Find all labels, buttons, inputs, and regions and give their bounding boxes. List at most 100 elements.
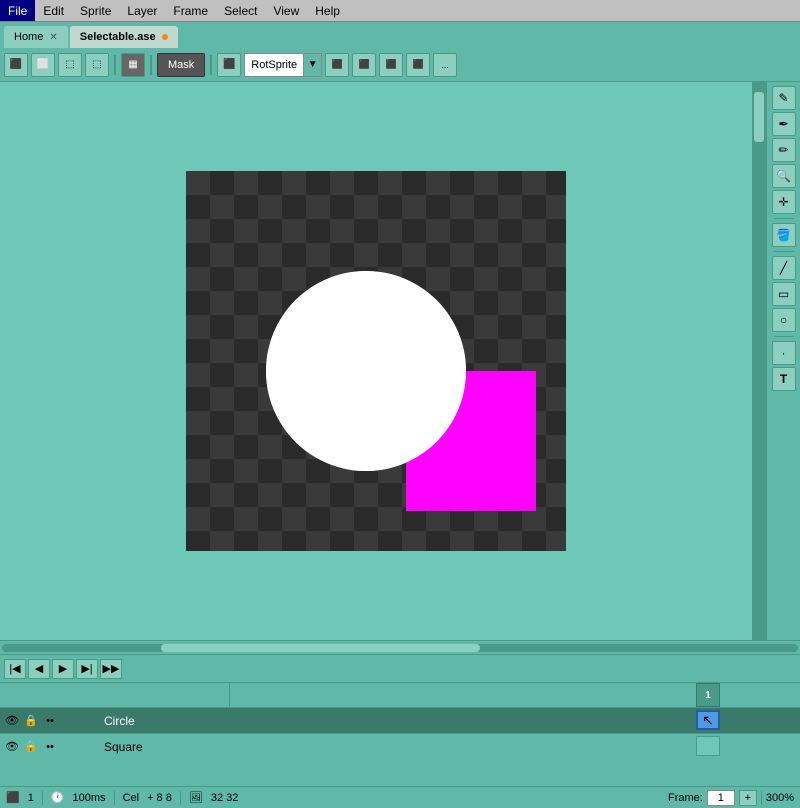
menu-select[interactable]: Select: [216, 0, 265, 21]
layer-square-visibility[interactable]: 👁: [4, 739, 20, 755]
tool-pen[interactable]: ✒: [772, 112, 796, 136]
canvas-area: [0, 82, 752, 640]
toolbar-sep-2: [150, 55, 152, 75]
status-dims: 🖼: [189, 791, 203, 804]
anim-prev[interactable]: ◀: [28, 659, 50, 679]
layer-circle-name: Circle: [100, 714, 770, 728]
toolbar-btn-3[interactable]: ⬚: [58, 53, 82, 77]
frame-cell-square[interactable]: [696, 736, 720, 756]
tab-modified-dot: [162, 34, 168, 40]
layer-row-square[interactable]: 👁 🔒 •• Square: [0, 733, 800, 759]
toolbar: ⬛ ⬜ ⬚ ⬚ ▦ Mask ⬛ RotSprite ▼ ⬛ ⬛ ⬛ ⬛ ...: [0, 48, 800, 82]
horizontal-scrollbar[interactable]: [0, 640, 800, 654]
anim-first[interactable]: |◀: [4, 659, 26, 679]
toolbar-btn-1[interactable]: ⬛: [4, 53, 28, 77]
toolbar-btn-extra[interactable]: ⬛: [325, 53, 349, 77]
mask-button[interactable]: Mask: [157, 53, 205, 77]
status-frame-num: 1: [28, 792, 34, 804]
toolbar-btn-2[interactable]: ⬜: [31, 53, 55, 77]
tab-bar: Home ✕ Selectable.ase: [0, 22, 800, 48]
tool-text[interactable]: T: [772, 367, 796, 391]
vscroll-thumb[interactable]: [754, 92, 764, 142]
status-sep3: [180, 791, 181, 805]
layer-circle-groups[interactable]: ••: [42, 713, 58, 729]
frame-increment[interactable]: +: [739, 790, 757, 806]
frame-cell-circle[interactable]: ↖: [696, 710, 720, 730]
anim-last[interactable]: ▶▶: [100, 659, 122, 679]
tab-selectable[interactable]: Selectable.ase: [70, 26, 178, 48]
toolbar-btn-extra3[interactable]: ⬛: [379, 53, 403, 77]
sprite-canvas: [186, 171, 566, 551]
layer-square-lock[interactable]: 🔒: [23, 739, 39, 755]
tool-magnify[interactable]: 🔍: [772, 164, 796, 188]
toolbar-sep-1: [114, 55, 116, 75]
tab-home[interactable]: Home ✕: [4, 26, 68, 48]
status-frame-indicator: ⬛: [6, 791, 20, 804]
anim-play[interactable]: ▶: [52, 659, 74, 679]
frame-input[interactable]: [707, 790, 735, 806]
menu-view[interactable]: View: [265, 0, 307, 21]
status-cel-coords: + 8 8: [147, 792, 172, 804]
toolbar-options[interactable]: ...: [433, 53, 457, 77]
tool-pencil[interactable]: ✎: [772, 86, 796, 110]
layer-circle-visibility[interactable]: 👁: [4, 713, 20, 729]
layers-header: 1: [0, 683, 800, 707]
zoom-value: 300%: [766, 792, 794, 804]
anim-next[interactable]: ▶|: [76, 659, 98, 679]
tool-fill[interactable]: 🪣: [772, 223, 796, 247]
main-area: ✎ ✒ ✏ 🔍 ✛ 🪣 ╱ ▭ ○ · T: [0, 82, 800, 640]
frame-label: Frame:: [668, 792, 703, 804]
status-sep1: [42, 791, 43, 805]
toolbar-btn-extra4[interactable]: ⬛: [406, 53, 430, 77]
status-dims-value: 32 32: [211, 792, 239, 804]
menu-help[interactable]: Help: [307, 0, 348, 21]
toolbar-btn-5[interactable]: ▦: [121, 53, 145, 77]
scroll-thumb[interactable]: [161, 644, 479, 652]
tool-sep: [774, 218, 794, 219]
tool-sep2: [774, 251, 794, 252]
toolbar-btn-6[interactable]: ⬛: [217, 53, 241, 77]
menu-frame[interactable]: Frame: [165, 0, 216, 21]
menu-edit[interactable]: Edit: [35, 0, 72, 21]
toolbar-btn-4[interactable]: ⬚: [85, 53, 109, 77]
menu-bar: File Edit Sprite Layer Frame Select View…: [0, 0, 800, 22]
layer-square-groups[interactable]: ••: [42, 739, 58, 755]
tool-ellipse[interactable]: ○: [772, 308, 796, 332]
layer-circle-lock[interactable]: 🔒: [23, 713, 39, 729]
right-scrollbar[interactable]: [752, 82, 766, 640]
layer-row-circle[interactable]: 👁 🔒 •• Circle ↖: [0, 707, 800, 733]
status-time-value: 100ms: [73, 792, 106, 804]
status-cel: Cel: [123, 792, 140, 804]
frame-label-container: Frame: + 300%: [668, 790, 794, 806]
menu-layer[interactable]: Layer: [119, 0, 165, 21]
scroll-track[interactable]: [2, 644, 798, 652]
frame-header-1: 1: [696, 683, 720, 707]
pixel-mode-dropdown[interactable]: RotSprite ▼: [244, 53, 322, 77]
status-time: 🕐: [51, 791, 65, 804]
tool-spray[interactable]: ·: [772, 341, 796, 365]
status-sep2: [114, 791, 115, 805]
anim-controls: |◀ ◀ ▶ ▶| ▶▶: [0, 654, 800, 682]
menu-file[interactable]: File: [0, 0, 35, 21]
tool-rect[interactable]: ▭: [772, 282, 796, 306]
layer-square-name: Square: [100, 740, 770, 754]
tab-home-close[interactable]: ✕: [49, 32, 57, 43]
tab-home-label: Home: [14, 31, 43, 43]
toolbar-sep-3: [210, 55, 212, 75]
cursor-icon: ↖: [702, 712, 714, 729]
tool-line[interactable]: ╱: [772, 256, 796, 280]
tool-eraser[interactable]: ✏: [772, 138, 796, 162]
layer-square-controls: 👁 🔒 ••: [0, 739, 100, 755]
menu-sprite[interactable]: Sprite: [72, 0, 119, 21]
canvas-background: [186, 171, 566, 551]
pixel-mode-label: RotSprite: [245, 59, 303, 71]
tool-move[interactable]: ✛: [772, 190, 796, 214]
right-toolbar: ✎ ✒ ✏ 🔍 ✛ 🪣 ╱ ▭ ○ · T: [766, 82, 800, 640]
dropdown-arrow[interactable]: ▼: [303, 54, 321, 76]
tool-sep3: [774, 336, 794, 337]
tab-selectable-label: Selectable.ase: [80, 31, 156, 43]
status-bar: ⬛ 1 🕐 100ms Cel + 8 8 🖼 32 32 Frame: + 3…: [0, 786, 800, 808]
toolbar-btn-extra2[interactable]: ⬛: [352, 53, 376, 77]
layer-circle-controls: 👁 🔒 ••: [0, 713, 100, 729]
timeline: 1 👁 🔒 •• Circle ↖ 👁 🔒 •• Square: [0, 682, 800, 786]
